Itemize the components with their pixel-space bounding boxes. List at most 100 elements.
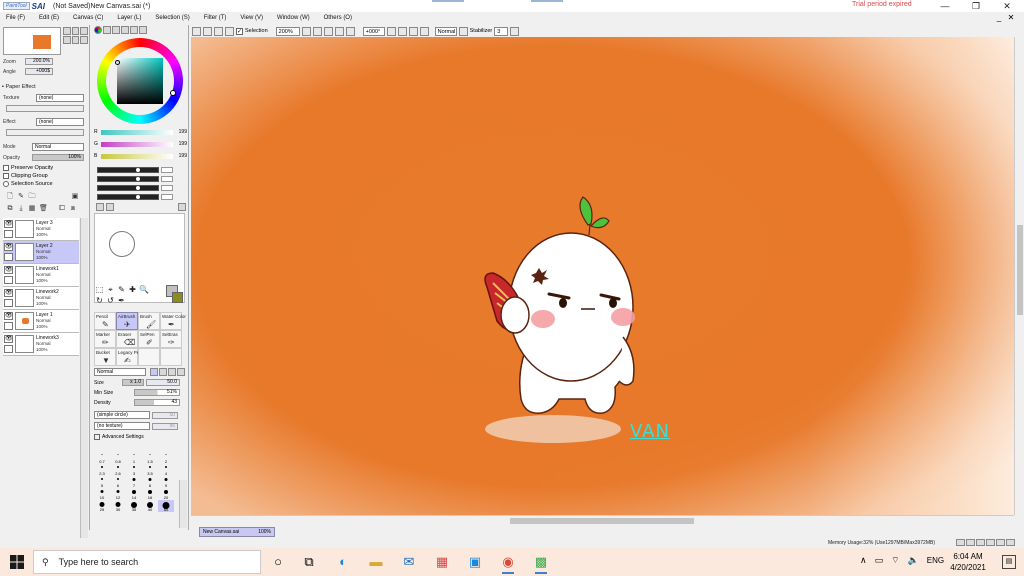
brush-blend-dropdown[interactable]: Normal [94, 368, 146, 376]
brush-size-preset[interactable]: 12 [110, 488, 126, 500]
effect-strength-slider[interactable] [6, 129, 84, 136]
scratch-clear-icon[interactable] [106, 203, 114, 211]
scratchpad-tab-icon[interactable] [139, 26, 147, 34]
layer-lock-icon[interactable] [4, 322, 13, 330]
status-icon-5[interactable] [996, 539, 1005, 546]
menu-canvas[interactable]: Canvas (C) [73, 15, 103, 21]
layer-lock-icon[interactable] [4, 230, 13, 238]
canvas-vscroll-thumb[interactable] [1017, 225, 1023, 315]
angle-slider[interactable]: +000$ [25, 68, 53, 75]
selection-source-option[interactable]: Selection Source [3, 181, 53, 187]
scratch-add-icon[interactable] [96, 203, 104, 211]
brush-size-preset[interactable]: 25 [94, 500, 110, 512]
palette-tab-icon[interactable] [121, 26, 129, 34]
texture-strength-slider[interactable] [6, 105, 84, 112]
brush-shape-3-icon[interactable] [168, 368, 176, 376]
brush-tool-pencil[interactable]: Pencil ✎ [94, 312, 116, 330]
toolbar-btn-1[interactable] [192, 26, 201, 36]
gray-slider-3[interactable] [97, 185, 173, 191]
layer-lock-icon[interactable] [4, 299, 13, 307]
texture-dropdown[interactable]: (none) [36, 94, 84, 102]
brush-tool-eraser[interactable]: Eraser ⌫ [116, 330, 138, 348]
windows-start-icon[interactable] [10, 555, 24, 569]
green-value[interactable]: 199 [175, 141, 187, 147]
zoom-reset-icon[interactable] [334, 26, 344, 36]
stabilizer-field[interactable]: 3 [494, 26, 509, 36]
cortana-icon[interactable]: ○ [270, 554, 286, 570]
blue-value[interactable]: 199 [175, 153, 187, 159]
selection-source-radio[interactable] [3, 181, 9, 187]
mdi-close-icon[interactable]: ✕ [1006, 13, 1016, 23]
background-color[interactable] [172, 292, 183, 303]
layer-row[interactable]: 👁 Linework2 Normal 100% [3, 287, 79, 310]
task-view-icon[interactable]: ⧉ [301, 554, 317, 570]
layer-visibility-icon[interactable]: 👁 [4, 220, 13, 228]
status-icon-3[interactable] [976, 539, 985, 546]
brush-size-preset[interactable]: 16 [142, 488, 158, 500]
zoom-out-icon[interactable] [312, 26, 322, 36]
mail-icon[interactable]: ✉ [401, 554, 417, 570]
rotate-right-icon[interactable] [397, 26, 407, 36]
brush-tool-airbrush[interactable]: AirBrush ✈ [116, 312, 138, 330]
new-layer-icon[interactable]: 🗋 [6, 193, 14, 201]
brush-size-preset[interactable]: 1.5 [142, 452, 158, 464]
menu-filter[interactable]: Filter (T) [204, 15, 227, 21]
brush-size-preset[interactable]: 35 [126, 500, 142, 512]
stabilizer-dropdown-icon[interactable] [510, 26, 520, 36]
layer-lock-icon[interactable] [4, 276, 13, 284]
rgb-slider-tab-icon[interactable] [103, 26, 111, 34]
brush-size-preset[interactable]: 9 [158, 476, 174, 488]
scratch-close-icon[interactable] [178, 203, 186, 211]
gray-bar-3[interactable] [97, 185, 159, 191]
brush-shape-strength[interactable]: 50 [152, 411, 178, 419]
advanced-settings-toggle[interactable] [94, 434, 100, 440]
brush-size-preset[interactable]: 30 [110, 500, 126, 512]
rect-select-icon[interactable]: ⬚ [95, 285, 104, 294]
navigator-preview[interactable] [3, 27, 61, 55]
brush-slot-empty[interactable] [160, 348, 182, 366]
sv-marker[interactable] [115, 60, 120, 65]
brush-size-preset[interactable]: 2 [158, 452, 174, 464]
status-icon-6[interactable] [1006, 539, 1015, 546]
brush-size-preset[interactable]: 2.6 [110, 464, 126, 476]
layer-mode-dropdown[interactable]: Normal [32, 143, 84, 151]
preserve-opacity-option[interactable]: Preserve Opacity [3, 165, 53, 171]
brush-texture-dropdown[interactable]: (no texture) [94, 422, 150, 430]
mdi-minimize-icon[interactable]: _ [994, 13, 1004, 23]
taskbar-clock[interactable]: 6:04 AM 4/20/2021 [946, 551, 990, 573]
green-slider[interactable] [101, 141, 173, 147]
canvas-horizontal-scrollbar[interactable] [191, 515, 1014, 525]
layer-visibility-icon[interactable]: 👁 [4, 266, 13, 274]
gray-knob-1[interactable] [136, 168, 140, 172]
selection-checkbox[interactable]: ✓ [236, 27, 243, 35]
nav-rotate-icon[interactable] [63, 36, 71, 44]
gray-swatch-1[interactable] [161, 167, 173, 173]
advanced-settings-row[interactable]: Advanced Settings [94, 434, 144, 440]
layer-lock-icon[interactable] [4, 345, 13, 353]
menu-file[interactable]: File (F) [6, 15, 25, 21]
close-button[interactable]: ✕ [992, 0, 1022, 12]
layer-lock-icon[interactable] [4, 253, 13, 261]
main-color-swatches[interactable] [166, 285, 184, 303]
magic-wand-icon[interactable]: ✎ [117, 285, 126, 294]
nav-rotate-r-icon[interactable] [71, 36, 80, 44]
size-slider[interactable]: 50.0 [146, 379, 180, 386]
gray-knob-4[interactable] [136, 195, 140, 199]
brush-size-preset[interactable]: 5 [94, 476, 110, 488]
brush-tool-brush[interactable]: Brush 🖌 [138, 312, 160, 330]
brush-size-preset[interactable]: 3.5 [142, 464, 158, 476]
brush-shape-dropdown[interactable]: (simple circle) [94, 411, 150, 419]
paper-effect-header[interactable]: ▪ Paper Effect [2, 84, 36, 90]
merge-down-icon[interactable]: ⤓ [17, 205, 25, 213]
brush-size-preset[interactable]: 4 [158, 464, 174, 476]
layer-scrollbar[interactable] [80, 218, 88, 548]
menu-edit[interactable]: Edit (E) [39, 15, 59, 21]
hsv-slider-tab-icon[interactable] [112, 26, 120, 34]
new-folder-icon[interactable]: 🗀 [28, 193, 36, 201]
red-value[interactable]: 199 [175, 129, 187, 135]
taskbar-search[interactable]: ⚲ Type here to search [33, 550, 261, 574]
new-linework-icon[interactable]: ✎ [17, 193, 25, 201]
move-icon[interactable]: ✚ [128, 285, 137, 294]
brush-size-preset[interactable]: 14 [126, 488, 142, 500]
layer-copy-icon[interactable]: ⧠ [58, 205, 66, 213]
